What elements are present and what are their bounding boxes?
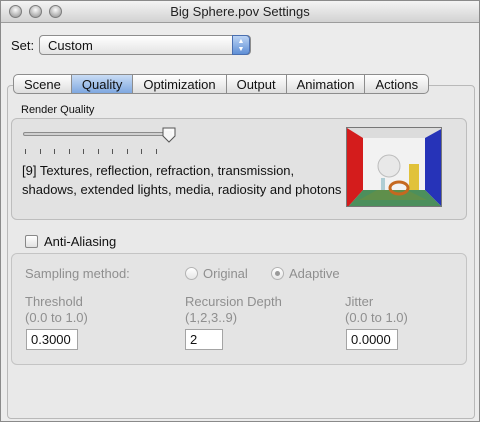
slider-tick xyxy=(39,149,41,154)
slider-tick xyxy=(83,149,84,154)
radio-adaptive-label: Adaptive xyxy=(289,266,340,281)
slider-tick xyxy=(54,149,55,154)
threshold-field[interactable]: 0.3000 xyxy=(26,329,78,350)
tab-animation[interactable]: Animation xyxy=(286,74,366,94)
anti-aliasing-checkbox[interactable] xyxy=(25,235,38,248)
slider-tick xyxy=(68,149,70,154)
anti-aliasing-label: Anti-Aliasing xyxy=(44,234,117,249)
radio-original-label: Original xyxy=(203,266,248,281)
render-preview-image xyxy=(346,127,442,207)
recursion-depth-field[interactable]: 2 xyxy=(185,329,223,350)
quality-slider-track[interactable] xyxy=(23,132,173,136)
slider-tick xyxy=(126,149,128,154)
quality-slider-thumb[interactable] xyxy=(161,127,177,143)
tab-actions[interactable]: Actions xyxy=(365,74,430,94)
tab-optimization[interactable]: Optimization xyxy=(133,74,227,94)
radio-original[interactable] xyxy=(185,267,198,280)
threshold-range: (0.0 to 1.0) xyxy=(25,310,88,325)
recursion-depth-title: Recursion Depth xyxy=(185,294,282,309)
radio-adaptive[interactable] xyxy=(271,267,284,280)
jitter-label: Jitter (0.0 to 1.0) xyxy=(345,294,408,326)
threshold-title: Threshold xyxy=(25,294,83,309)
title-bar: Big Sphere.pov Settings xyxy=(1,1,479,23)
threshold-label: Threshold (0.0 to 1.0) xyxy=(25,294,88,326)
slider-tick xyxy=(141,149,142,154)
popup-arrows-icon: ▲ ▼ xyxy=(232,35,250,55)
tab-output[interactable]: Output xyxy=(226,74,287,94)
recursion-depth-label: Recursion Depth (1,2,3..9) xyxy=(185,294,282,326)
window-title: Big Sphere.pov Settings xyxy=(170,4,310,19)
jitter-field[interactable]: 0.0000 xyxy=(346,329,398,350)
settings-window: Big Sphere.pov Settings Set: Custom ▲ ▼ S… xyxy=(0,0,480,422)
slider-tick xyxy=(25,149,26,154)
slider-tick xyxy=(112,149,113,154)
set-popup[interactable]: Custom ▲ ▼ xyxy=(39,35,251,55)
slider-tick xyxy=(97,149,99,154)
jitter-title: Jitter xyxy=(345,294,374,309)
radio-adaptive-row: Adaptive xyxy=(271,266,340,281)
tab-scene[interactable]: Scene xyxy=(13,74,72,94)
tab-quality[interactable]: Quality xyxy=(71,74,134,94)
jitter-range: (0.0 to 1.0) xyxy=(345,310,408,325)
radio-original-row: Original xyxy=(185,266,248,281)
set-popup-value: Custom xyxy=(48,38,93,53)
recursion-depth-range: (1,2,3..9) xyxy=(185,310,238,325)
anti-aliasing-row: Anti-Aliasing xyxy=(25,234,116,249)
sampling-method-label: Sampling method: xyxy=(25,266,130,281)
slider-tick xyxy=(155,149,157,154)
set-label: Set: xyxy=(11,38,35,53)
render-quality-label: Render Quality xyxy=(21,104,95,116)
quality-description: [9] Textures, reflection, refraction, tr… xyxy=(22,163,342,197)
tab-bar: Scene Quality Optimization Output Animat… xyxy=(13,74,430,94)
